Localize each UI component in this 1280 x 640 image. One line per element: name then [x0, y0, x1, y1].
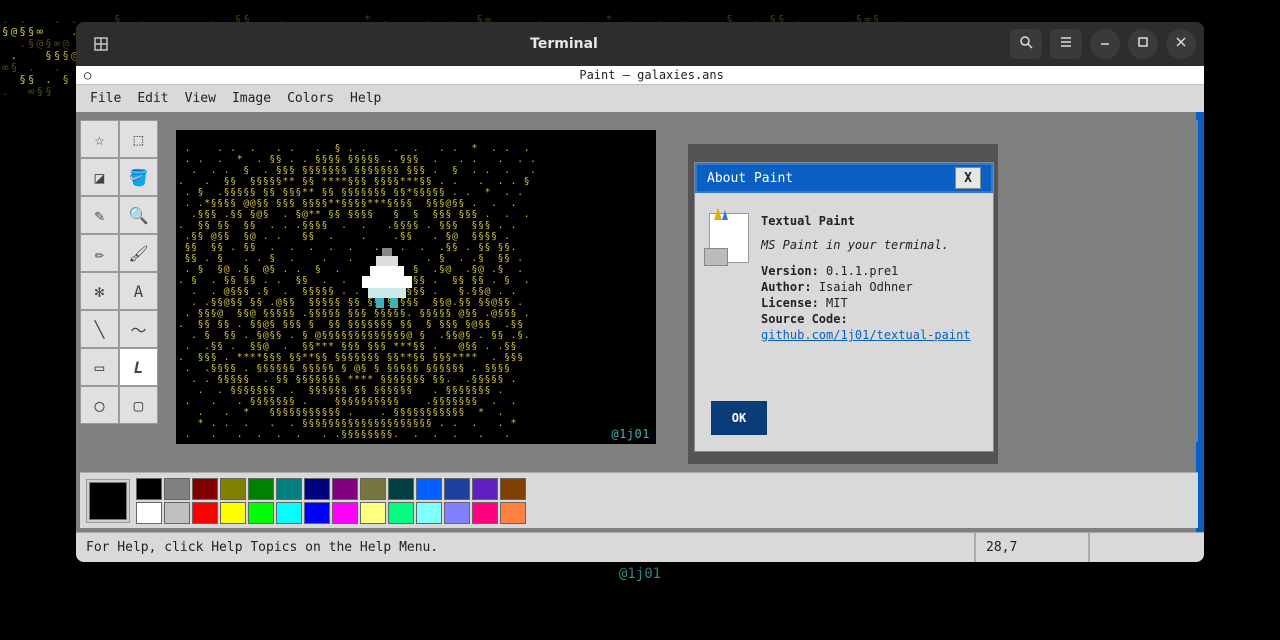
swatch[interactable] — [472, 478, 498, 500]
swatch[interactable] — [164, 478, 190, 500]
new-tab-button[interactable] — [84, 29, 118, 59]
swatch[interactable] — [416, 478, 442, 500]
hamburger-button[interactable] — [1050, 29, 1082, 59]
pencil-tool[interactable]: ✏ — [80, 234, 119, 272]
canvas-signature: @1j01 — [611, 429, 650, 440]
color-palette — [80, 472, 1198, 528]
app-title: Paint — galaxies.ans — [99, 68, 1204, 82]
swatch[interactable] — [136, 478, 162, 500]
app-icon — [709, 213, 749, 263]
swatch[interactable] — [192, 502, 218, 524]
swatch[interactable] — [248, 502, 274, 524]
about-dialog: About Paint X Textual Paint MS Paint in … — [694, 162, 994, 452]
canvas[interactable]: . . . . . . . § . . . . . . * . . . . . … — [176, 130, 656, 444]
swatch[interactable] — [276, 478, 302, 500]
author-handle: @1j01 — [0, 566, 1280, 582]
window-title: Terminal — [118, 36, 1010, 52]
menu-edit[interactable]: Edit — [129, 87, 176, 110]
window-titlebar: Terminal — [76, 22, 1204, 66]
status-bar: For Help, click Help Topics on the Help … — [76, 532, 1204, 562]
swatch[interactable] — [220, 502, 246, 524]
swatch[interactable] — [444, 478, 470, 500]
search-icon — [1019, 35, 1033, 53]
swatch[interactable] — [388, 478, 414, 500]
status-coords: 28,7 — [976, 533, 1090, 562]
ellipse-tool[interactable]: ◯ — [80, 386, 119, 424]
eraser-tool[interactable]: ◪ — [80, 158, 119, 196]
toolbox: ☆⬚◪🪣✎🔍✏🖌✻A╲～▭L◯▢ — [80, 120, 158, 424]
select-tool[interactable]: ⬚ — [119, 120, 158, 158]
app-control-icon[interactable]: ○ — [76, 68, 99, 82]
pick-color-tool[interactable]: ✎ — [80, 196, 119, 234]
close-icon — [1175, 36, 1187, 52]
dialog-close-button[interactable]: X — [955, 167, 981, 189]
close-icon: X — [964, 171, 972, 186]
swatch[interactable] — [444, 502, 470, 524]
current-colors[interactable] — [86, 479, 130, 523]
swatch[interactable] — [416, 502, 442, 524]
ok-button[interactable]: OK — [711, 401, 767, 435]
polygon-tool[interactable]: L — [119, 348, 158, 386]
maximize-icon — [1137, 36, 1149, 52]
curve-tool[interactable]: ～ — [119, 310, 158, 348]
source-link[interactable]: github.com/1j01/textual-paint — [761, 328, 971, 342]
swatch[interactable] — [472, 502, 498, 524]
maximize-button[interactable] — [1128, 29, 1158, 59]
menu-image[interactable]: Image — [224, 87, 279, 110]
swatch[interactable] — [388, 502, 414, 524]
dialog-titlebar[interactable]: About Paint X — [695, 163, 993, 193]
close-button[interactable] — [1166, 29, 1196, 59]
swatch[interactable] — [248, 478, 274, 500]
swatch[interactable] — [304, 478, 330, 500]
app-name: Textual Paint — [761, 213, 979, 229]
swatch[interactable] — [276, 502, 302, 524]
line-tool[interactable]: ╲ — [80, 310, 119, 348]
menu-file[interactable]: File — [82, 87, 129, 110]
dialog-title: About Paint — [707, 171, 793, 186]
status-message: For Help, click Help Topics on the Help … — [76, 533, 976, 562]
fill-tool[interactable]: 🪣 — [119, 158, 158, 196]
airbrush-tool[interactable]: ✻ — [80, 272, 119, 310]
minimize-button[interactable] — [1090, 29, 1120, 59]
menubar: File Edit View Image Colors Help — [76, 84, 1204, 112]
minimize-icon — [1099, 36, 1111, 52]
app-tagline: MS Paint in your terminal. — [761, 237, 979, 253]
swatch[interactable] — [304, 502, 330, 524]
swatch[interactable] — [500, 502, 526, 524]
hamburger-icon — [1059, 35, 1073, 53]
swatch[interactable] — [360, 478, 386, 500]
canvas-sprite — [362, 248, 422, 318]
swatch[interactable] — [360, 502, 386, 524]
search-button[interactable] — [1010, 29, 1042, 59]
dialog-text: Textual Paint MS Paint in your terminal.… — [761, 213, 979, 343]
menu-help[interactable]: Help — [342, 87, 389, 110]
rounded-rect-tool[interactable]: ▢ — [119, 386, 158, 424]
terminal-window: Terminal ○ Paint — galaxies.ans File Edi… — [76, 22, 1204, 562]
app-titlebar: ○ Paint — galaxies.ans — [76, 66, 1204, 84]
free-select-tool[interactable]: ☆ — [80, 120, 119, 158]
menu-colors[interactable]: Colors — [279, 87, 342, 110]
swatch[interactable] — [192, 478, 218, 500]
swatch[interactable] — [136, 502, 162, 524]
menu-view[interactable]: View — [177, 87, 224, 110]
swatch[interactable] — [332, 478, 358, 500]
brush-tool[interactable]: 🖌 — [119, 234, 158, 272]
terminal-content: ○ Paint — galaxies.ans File Edit View Im… — [76, 66, 1204, 562]
rectangle-tool[interactable]: ▭ — [80, 348, 119, 386]
swatch[interactable] — [332, 502, 358, 524]
swatch[interactable] — [220, 478, 246, 500]
swatch[interactable] — [500, 478, 526, 500]
canvas-area: . . . . . . . § . . . . . . * . . . . . … — [166, 120, 1198, 442]
text-tool[interactable]: A — [119, 272, 158, 310]
magnifier-tool[interactable]: 🔍 — [119, 196, 158, 234]
swatch[interactable] — [164, 502, 190, 524]
